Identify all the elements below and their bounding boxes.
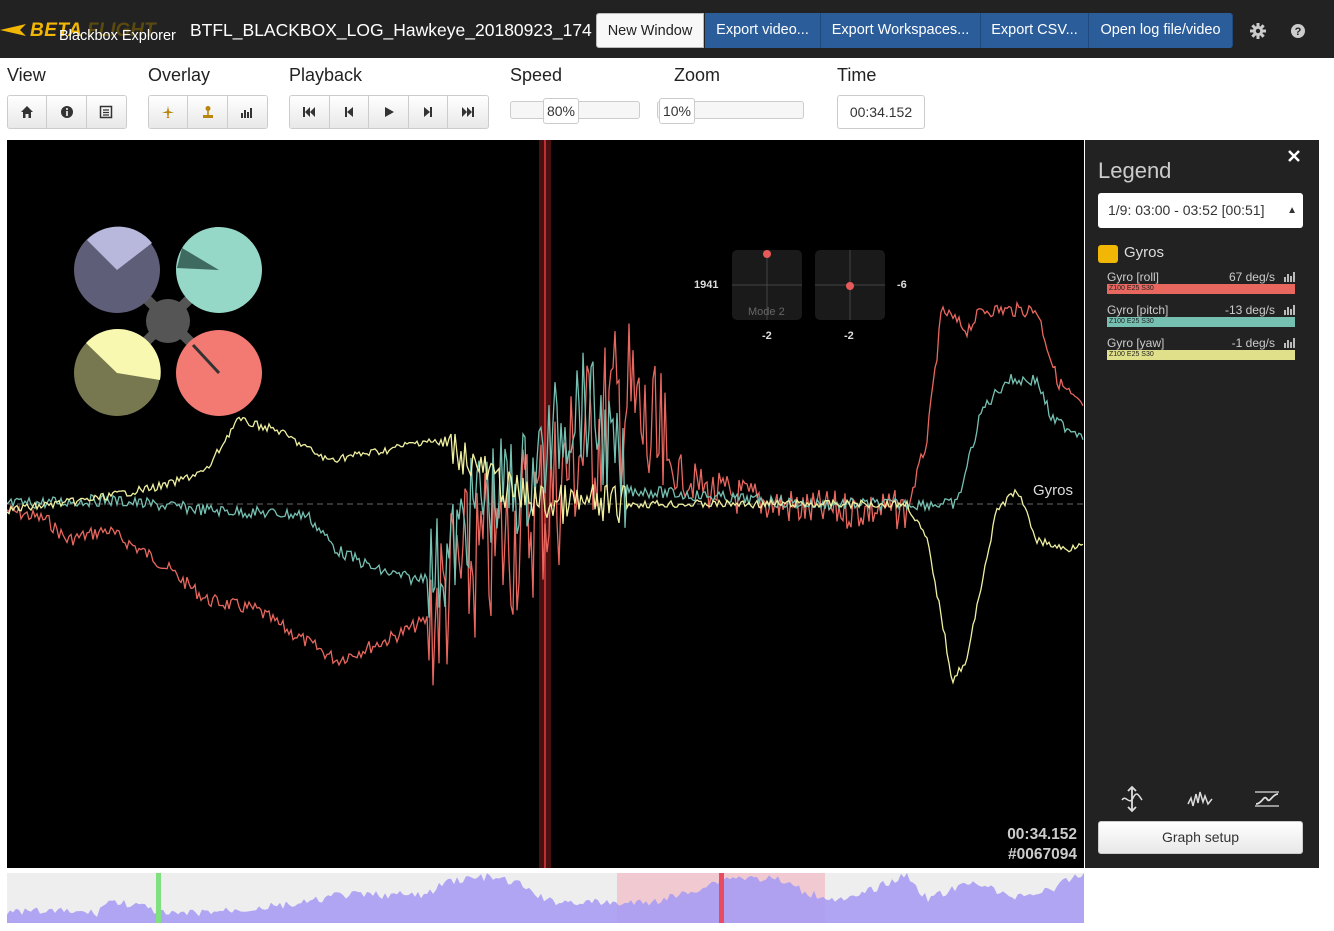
log-graph[interactable]: 1941 -6 -2 -2 Mode 2 Gyros 00:34.152 #00… [7, 140, 1084, 868]
stick-throttle-value: 1941 [694, 279, 719, 291]
view-label: View [7, 65, 46, 85]
info-button[interactable] [47, 96, 87, 128]
step-back-icon [344, 107, 353, 117]
legend-group-label: Gyros [1124, 244, 1165, 261]
overlay-button-group [148, 95, 268, 129]
log-selector[interactable]: 1/9: 03:00 - 03:52 [00:51] ▲ [1098, 193, 1303, 228]
field-filter: Z100 E25 S30 [1109, 351, 1154, 358]
time-input[interactable]: 00:34.152 [837, 95, 925, 129]
zoom-label: Zoom [674, 65, 721, 85]
skip-start-icon [303, 107, 316, 117]
close-icon[interactable] [1286, 148, 1302, 164]
gear-icon[interactable] [1249, 22, 1267, 40]
step-forward-icon [424, 107, 433, 117]
app-logo: FLIGHT BETA Blackbox Explorer [0, 14, 185, 48]
legend-title: Legend [1098, 158, 1172, 183]
field-filter: Z100 E25 S30 [1109, 318, 1154, 325]
stick-pitch-value: -6 [897, 279, 907, 291]
axis-group-label: Gyros [1033, 482, 1074, 499]
right-stick-dot [846, 282, 854, 290]
jump-start-button[interactable] [290, 96, 330, 128]
field-color-bar: Z100 E25 S30 [1107, 317, 1295, 327]
playback-button-group [289, 95, 489, 129]
smoothing-icon[interactable] [1185, 784, 1215, 814]
field-name: Gyro [roll] [1107, 270, 1160, 284]
throttle-overview [7, 873, 1084, 923]
graph-frame-readout: #0067094 [1008, 846, 1077, 863]
play-icon [384, 107, 394, 117]
table-icon [100, 105, 113, 119]
speed-slider[interactable]: 80% [510, 98, 640, 124]
new-window-button[interactable]: New Window [596, 13, 704, 48]
graph-time-readout: 00:34.152 [1007, 826, 1077, 843]
zoom-slider-handle[interactable]: 10% [659, 98, 695, 124]
table-button[interactable] [86, 96, 126, 128]
field-value: 67 deg/s [1228, 270, 1275, 284]
time-label: Time [837, 65, 877, 85]
overview-playhead[interactable] [719, 873, 724, 923]
legend-field-pitch[interactable]: Gyro [pitch] -13 deg/s Z100 E25 S30 [1107, 303, 1295, 331]
play-button[interactable] [369, 96, 409, 128]
export-csv-button[interactable]: Export CSV... [981, 13, 1089, 48]
stick-mode-label: Mode 2 [748, 306, 785, 318]
joystick-icon [202, 106, 213, 118]
analyser-icon[interactable] [1284, 337, 1295, 348]
field-filter: Z100 E25 S30 [1109, 285, 1154, 292]
wing-icon [0, 24, 26, 36]
speed-label: Speed [510, 65, 563, 85]
help-icon[interactable]: ? [1289, 22, 1307, 40]
field-color-bar: Z100 E25 S30 [1107, 350, 1295, 360]
field-name: Gyro [yaw] [1107, 336, 1165, 350]
stick-roll-value: -2 [844, 330, 854, 342]
previous-frame-button[interactable] [329, 96, 370, 128]
left-stick-dot [763, 250, 771, 258]
field-color-bar: Z100 E25 S30 [1107, 284, 1295, 294]
speed-slider-handle[interactable]: 80% [543, 98, 579, 124]
field-name: Gyro [pitch] [1107, 303, 1169, 317]
sticks-overlay-button[interactable] [188, 96, 228, 128]
open-log-button[interactable]: Open log file/video [1089, 13, 1233, 48]
log-title: BTFL_BLACKBOX_LOG_Hawkeye_20180923_174 [190, 20, 592, 40]
export-video-button[interactable]: Export video... [705, 13, 821, 48]
stick-yaw-value: -2 [762, 330, 772, 342]
airplane-icon [162, 106, 175, 118]
brand-subtitle: Blackbox Explorer [59, 28, 176, 44]
analyser-icon[interactable] [1284, 271, 1295, 282]
top-bar: FLIGHT BETA Blackbox Explorer BTFL_BLACK… [0, 0, 1334, 58]
home-icon [21, 106, 34, 118]
zoom-slider[interactable]: 10% [657, 98, 804, 124]
export-workspaces-button[interactable]: Export Workspaces... [821, 13, 981, 48]
playback-label: Playback [289, 65, 363, 85]
section-start-marker[interactable] [156, 873, 161, 923]
log-selector-value: 1/9: 03:00 - 03:52 [00:51] [1108, 202, 1265, 218]
field-value: -13 deg/s [1224, 303, 1275, 317]
legend-field-roll[interactable]: Gyro [roll] 67 deg/s Z100 E25 S30 [1107, 270, 1295, 298]
jump-end-button[interactable] [448, 96, 488, 128]
home-button[interactable] [8, 96, 48, 128]
view-button-group [7, 95, 127, 129]
select-arrows-icon: ▲ [1287, 205, 1297, 216]
legend-panel: Legend 1/9: 03:00 - 03:52 [00:51] ▲ Gyro… [1085, 140, 1319, 868]
graph-setup-button[interactable]: Graph setup [1098, 821, 1303, 854]
log-overview-strip[interactable] [7, 873, 1084, 923]
craft-overlay-button[interactable] [149, 96, 189, 128]
info-icon [60, 106, 73, 118]
overlay-label: Overlay [148, 65, 211, 85]
field-value: -1 deg/s [1231, 336, 1275, 350]
right-stick [815, 250, 885, 320]
legend-field-yaw[interactable]: Gyro [yaw] -1 deg/s Z100 E25 S30 [1107, 336, 1295, 364]
expo-curve-icon[interactable] [1252, 784, 1282, 814]
bars-icon [241, 108, 253, 118]
analyser-overlay-button[interactable] [227, 96, 267, 128]
skip-end-icon [462, 107, 475, 117]
craft-overlay [74, 226, 262, 416]
next-frame-button[interactable] [408, 96, 449, 128]
svg-text:?: ? [1295, 26, 1302, 38]
group-toggle-icon[interactable] [1098, 245, 1118, 263]
analyser-icon[interactable] [1284, 304, 1295, 315]
zoom-axis-icon[interactable] [1117, 784, 1147, 814]
